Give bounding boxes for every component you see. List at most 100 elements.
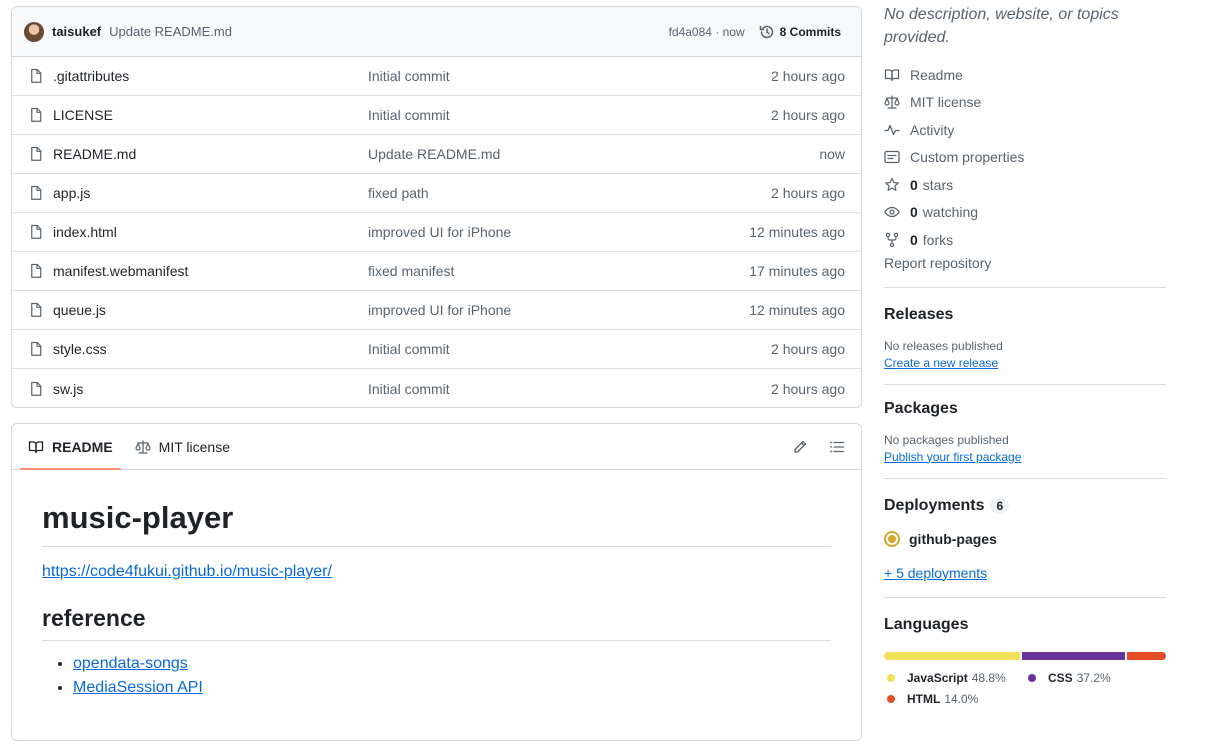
language-bar-segment[interactable] xyxy=(884,651,1020,660)
tab-license-label: MIT license xyxy=(158,438,230,455)
file-name[interactable]: .gitattributes xyxy=(53,68,368,84)
commit-sha[interactable]: fd4a084 · now xyxy=(669,25,745,39)
file-commit-message[interactable]: improved UI for iPhone xyxy=(368,302,749,318)
file-age: 2 hours ago xyxy=(771,380,845,397)
book-icon xyxy=(28,440,44,453)
commits-link[interactable]: 8 Commits xyxy=(759,24,841,40)
list-icon xyxy=(830,441,845,452)
reference-link[interactable]: MediaSession API xyxy=(73,679,203,696)
file-age: 17 minutes ago xyxy=(749,263,845,279)
forks-link[interactable]: 0 forks xyxy=(884,226,1166,254)
file-commit-message[interactable]: fixed manifest xyxy=(368,263,749,279)
file-row[interactable]: manifest.webmanifest fixed manifest 17 m… xyxy=(12,252,861,291)
tab-license[interactable]: MIT license xyxy=(127,424,238,469)
file-row[interactable]: .gitattributes Initial commit 2 hours ag… xyxy=(12,57,861,96)
language-percent: 37.2% xyxy=(1076,671,1111,685)
file-commit-message[interactable]: Update README.md xyxy=(368,146,819,162)
publish-package-link[interactable]: Publish your first package xyxy=(884,450,1021,464)
deployment-status-icon xyxy=(884,530,900,547)
deployments-title[interactable]: Deployments xyxy=(884,497,984,515)
language-name: HTML xyxy=(907,692,941,706)
language-percent: 14.0% xyxy=(944,692,979,706)
avatar[interactable] xyxy=(24,21,44,42)
file-commit-message[interactable]: Initial commit xyxy=(368,341,771,357)
file-age: 2 hours ago xyxy=(771,185,845,201)
note-icon xyxy=(884,151,900,164)
file-name[interactable]: index.html xyxy=(53,224,368,240)
packages-empty-text: No packages published xyxy=(884,432,1009,447)
repo-sidebar: No description, website, or topics provi… xyxy=(884,0,1166,710)
commit-author[interactable]: taisukef xyxy=(52,24,101,39)
divider xyxy=(884,477,1166,479)
language-item-javascript[interactable]: JavaScript 48.8% xyxy=(884,668,1025,689)
file-commit-message[interactable]: Initial commit xyxy=(368,381,771,397)
custom-properties-label: Custom properties xyxy=(910,149,1025,166)
star-icon xyxy=(885,177,899,191)
file-commit-message[interactable]: Initial commit xyxy=(368,107,771,123)
tab-readme-label: README xyxy=(52,438,113,455)
language-bar-segment[interactable] xyxy=(1021,651,1126,660)
languages-section: Languages JavaScript 48.8% CSS 37.2% HTM… xyxy=(884,616,1166,710)
commit-message[interactable]: Update README.md xyxy=(109,24,232,39)
file-name[interactable]: README.md xyxy=(53,146,368,162)
releases-title[interactable]: Releases xyxy=(884,306,1166,324)
activity-link[interactable]: Activity xyxy=(884,116,1166,144)
deployments-section: Deployments 6 github-pages + 5 deploymen… xyxy=(884,497,1166,581)
edit-readme-button[interactable] xyxy=(784,424,816,469)
file-name[interactable]: app.js xyxy=(53,185,368,201)
languages-title: Languages xyxy=(884,615,969,633)
reference-list: opendata-songs MediaSession API xyxy=(42,655,831,697)
file-commit-message[interactable]: fixed path xyxy=(368,185,771,201)
file-name[interactable]: sw.js xyxy=(53,381,368,397)
readme-link-label: Readme xyxy=(910,66,963,83)
reference-link[interactable]: opendata-songs xyxy=(73,655,188,672)
deployment-item[interactable]: github-pages xyxy=(884,530,1166,547)
file-icon xyxy=(31,146,42,161)
file-name[interactable]: manifest.webmanifest xyxy=(53,263,368,279)
forks-label: forks xyxy=(922,231,954,248)
file-name[interactable]: style.css xyxy=(53,341,368,357)
language-bar-segment[interactable] xyxy=(1127,651,1166,660)
file-row[interactable]: index.html improved UI for iPhone 12 min… xyxy=(12,213,861,252)
license-link[interactable]: MIT license xyxy=(884,89,1166,117)
file-list: .gitattributes Initial commit 2 hours ag… xyxy=(12,57,861,407)
report-repository-link[interactable]: Report repository xyxy=(884,255,1166,271)
file-commit-message[interactable]: improved UI for iPhone xyxy=(368,224,749,240)
packages-title[interactable]: Packages xyxy=(884,400,1166,418)
file-icon xyxy=(31,68,42,83)
outline-button[interactable] xyxy=(821,424,853,469)
file-age: 2 hours ago xyxy=(771,107,845,123)
divider xyxy=(884,286,1166,288)
readme-panel: README MIT license music-player https://… xyxy=(11,423,862,741)
language-item-html[interactable]: HTML 14.0% xyxy=(884,689,1025,710)
file-row[interactable]: README.md Update README.md now xyxy=(12,135,861,174)
watchers-link[interactable]: 0 watching xyxy=(884,199,1166,227)
readme-title: music-player xyxy=(42,500,831,547)
file-row[interactable]: style.css Initial commit 2 hours ago xyxy=(12,330,861,369)
readme-link[interactable]: Readme xyxy=(884,61,1166,89)
custom-properties-link[interactable]: Custom properties xyxy=(884,144,1166,172)
file-row[interactable]: LICENSE Initial commit 2 hours ago xyxy=(12,96,861,135)
pulse-icon xyxy=(884,124,900,135)
language-bar xyxy=(884,651,1166,660)
language-name: JavaScript xyxy=(907,671,968,685)
file-row[interactable]: queue.js improved UI for iPhone 12 minut… xyxy=(12,291,861,330)
stars-link[interactable]: 0 stars xyxy=(884,171,1166,199)
deployments-count-badge: 6 xyxy=(990,497,1010,514)
file-age: 12 minutes ago xyxy=(749,224,845,240)
file-name[interactable]: LICENSE xyxy=(53,107,368,123)
file-commit-message[interactable]: Initial commit xyxy=(368,68,771,84)
more-deployments-link[interactable]: + 5 deployments xyxy=(884,565,987,581)
file-row[interactable]: app.js fixed path 2 hours ago xyxy=(12,174,861,213)
language-name: CSS xyxy=(1048,671,1073,685)
file-row[interactable]: sw.js Initial commit 2 hours ago xyxy=(12,369,861,407)
tab-readme[interactable]: README xyxy=(20,424,121,470)
packages-section: Packages No packages published Publish y… xyxy=(884,400,1166,464)
watching-count: 0 xyxy=(910,204,918,221)
file-name[interactable]: queue.js xyxy=(53,302,368,318)
scale-icon xyxy=(135,439,151,454)
create-release-link[interactable]: Create a new release xyxy=(884,356,998,370)
language-item-css[interactable]: CSS 37.2% xyxy=(1025,668,1166,689)
readme-heading-reference: reference xyxy=(42,605,831,641)
readme-site-link[interactable]: https://code4fukui.github.io/music-playe… xyxy=(42,563,332,580)
